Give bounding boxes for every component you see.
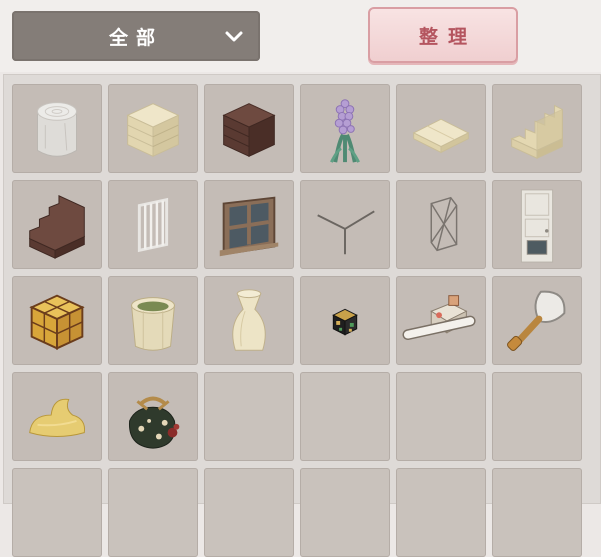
inventory-slot-empty[interactable]: [108, 468, 198, 557]
inventory-slot-empty[interactable]: [12, 468, 102, 557]
inventory-slot[interactable]: [300, 180, 390, 269]
frame-cube-icon: [430, 196, 458, 251]
dark-wood-stairs-icon: [29, 194, 85, 259]
inventory-slot-empty[interactable]: [204, 372, 294, 461]
sandstone-slab-icon: [412, 118, 470, 153]
inventory-slot[interactable]: [492, 276, 582, 365]
inventory-slot-empty[interactable]: [396, 372, 486, 461]
inventory-slot[interactable]: [204, 276, 294, 365]
inventory-slot-empty[interactable]: [492, 372, 582, 461]
sandstone-block-icon: [126, 102, 180, 157]
inventory-slot[interactable]: [492, 180, 582, 269]
corner-frame-icon: [317, 210, 375, 254]
sandstone-stairs-icon: [510, 104, 563, 159]
inventory-slot[interactable]: [108, 180, 198, 269]
inventory-slot[interactable]: [396, 84, 486, 173]
inventory-slot[interactable]: [12, 180, 102, 269]
category-filter-label: 全部: [108, 26, 163, 49]
inventory-slot[interactable]: [300, 84, 390, 173]
inventory-slot[interactable]: [204, 84, 294, 173]
inventory-slot-empty[interactable]: [492, 468, 582, 557]
hyacinth-icon: [330, 98, 360, 163]
planter-pot-icon: [131, 296, 175, 351]
iron-bars-icon: [137, 197, 169, 252]
inventory-slot[interactable]: [300, 276, 390, 365]
treasure-bag-icon: [129, 396, 180, 449]
inventory-grid: [12, 84, 582, 557]
inventory-slot[interactable]: [12, 372, 102, 461]
lattice-lantern-icon: [29, 294, 85, 350]
dark-wood-block-icon: [222, 102, 276, 157]
sort-button[interactable]: 整理: [368, 7, 518, 63]
inventory-slot[interactable]: [108, 276, 198, 365]
vase-icon: [232, 288, 266, 351]
inventory-slot-empty[interactable]: [300, 468, 390, 557]
tree-stump-icon: [37, 101, 77, 157]
door-icon: [520, 188, 554, 263]
inventory-slot[interactable]: [12, 84, 102, 173]
inventory-slot-empty[interactable]: [204, 468, 294, 557]
inventory-slot[interactable]: [108, 84, 198, 173]
chevron-down-icon: [225, 31, 243, 42]
inventory-slot-empty[interactable]: [300, 372, 390, 461]
gem-block-icon: [332, 308, 358, 335]
inventory-slot[interactable]: [204, 180, 294, 269]
inventory-slot[interactable]: [12, 276, 102, 365]
inventory-slot[interactable]: [108, 372, 198, 461]
road-roller-icon: [402, 294, 476, 340]
window-frame-icon: [219, 196, 279, 256]
inventory-slot[interactable]: [396, 276, 486, 365]
inventory-slot-empty[interactable]: [396, 468, 486, 557]
inventory-slot[interactable]: [396, 180, 486, 269]
shovel-icon: [507, 290, 566, 351]
sand-pile-icon: [29, 398, 86, 437]
category-filter-dropdown[interactable]: 全部: [12, 11, 260, 61]
inventory-slot[interactable]: [492, 84, 582, 173]
